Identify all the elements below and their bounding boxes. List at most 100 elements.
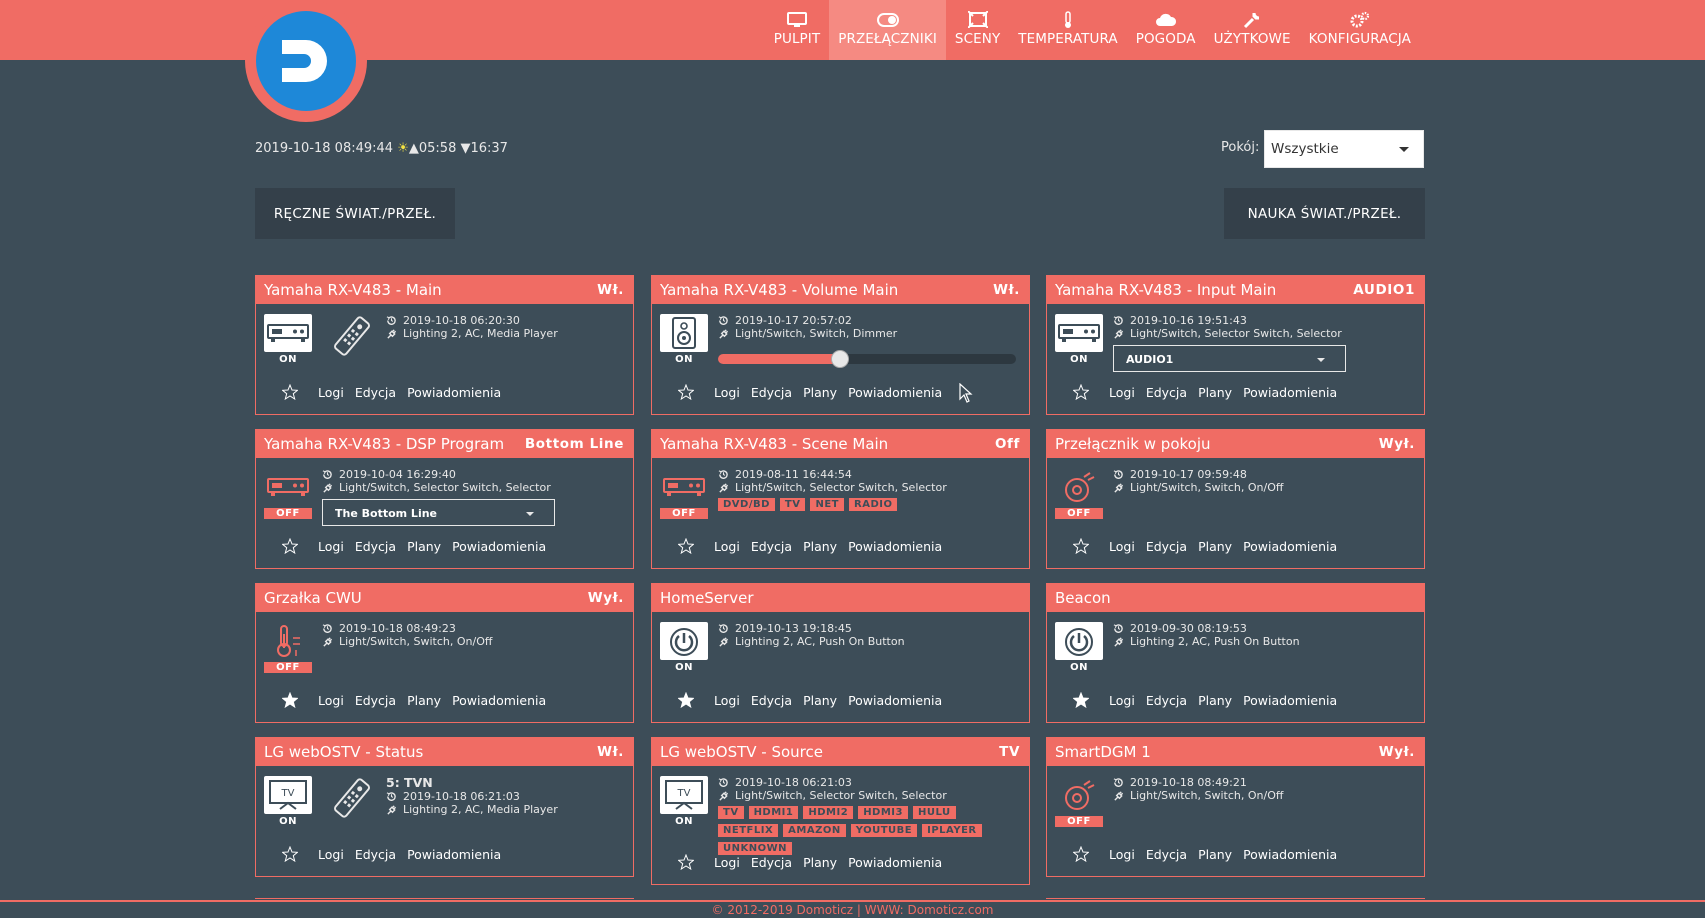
receiver-icon[interactable] bbox=[264, 468, 312, 506]
selector-option[interactable]: HDMI1 bbox=[748, 806, 799, 819]
logs-link[interactable]: Logi bbox=[1109, 847, 1135, 862]
star-outline-icon[interactable] bbox=[281, 845, 299, 863]
edit-link[interactable]: Edycja bbox=[1146, 385, 1187, 400]
star-outline-icon[interactable] bbox=[1072, 383, 1090, 401]
nav-przelaczniki[interactable]: PRZEŁĄCZNIKI bbox=[829, 0, 946, 60]
star-outline-icon[interactable] bbox=[281, 537, 299, 555]
nav-pulpit[interactable]: PULPIT bbox=[765, 0, 830, 60]
plans-link[interactable]: Plany bbox=[407, 693, 441, 708]
selector-option[interactable]: AMAZON bbox=[783, 824, 846, 837]
selector-dropdown[interactable]: AUDIO1 bbox=[1113, 345, 1346, 372]
plans-link[interactable]: Plany bbox=[803, 539, 837, 554]
heater-icon[interactable] bbox=[264, 622, 312, 660]
star-outline-icon[interactable] bbox=[1072, 537, 1090, 555]
nav-uzytkowe[interactable]: UŻYTKOWE bbox=[1205, 0, 1300, 60]
nav-sceny[interactable]: SCENY bbox=[946, 0, 1009, 60]
domoticz-logo[interactable] bbox=[256, 11, 356, 111]
plans-link[interactable]: Plany bbox=[1198, 693, 1232, 708]
power-button-icon[interactable] bbox=[1055, 622, 1103, 660]
receiver-icon[interactable] bbox=[660, 468, 708, 506]
tv-icon[interactable]: TV bbox=[264, 776, 312, 814]
tv-icon[interactable]: TV bbox=[660, 776, 708, 814]
selector-option[interactable]: DVD/BD bbox=[718, 498, 775, 511]
edit-link[interactable]: Edycja bbox=[355, 693, 396, 708]
plans-link[interactable]: Plany bbox=[1198, 539, 1232, 554]
plans-link[interactable]: Plany bbox=[1198, 385, 1232, 400]
notifications-link[interactable]: Powiadomienia bbox=[848, 385, 942, 400]
notifications-link[interactable]: Powiadomienia bbox=[1243, 693, 1337, 708]
logs-link[interactable]: Logi bbox=[318, 385, 344, 400]
notifications-link[interactable]: Powiadomienia bbox=[848, 855, 942, 870]
star-outline-icon[interactable] bbox=[1072, 845, 1090, 863]
notifications-link[interactable]: Powiadomienia bbox=[1243, 539, 1337, 554]
logs-link[interactable]: Logi bbox=[1109, 539, 1135, 554]
selector-option[interactable]: HDMI3 bbox=[858, 806, 908, 819]
notifications-link[interactable]: Powiadomienia bbox=[1243, 385, 1337, 400]
selector-option[interactable]: NETFLIX bbox=[718, 824, 779, 837]
star-filled-icon[interactable] bbox=[677, 691, 695, 709]
plans-link[interactable]: Plany bbox=[407, 539, 441, 554]
edit-link[interactable]: Edycja bbox=[355, 385, 396, 400]
plans-link[interactable]: Plany bbox=[1198, 847, 1232, 862]
selector-option[interactable]: NET bbox=[810, 498, 845, 511]
nav-konfiguracja[interactable]: KONFIGURACJA bbox=[1300, 0, 1420, 60]
edit-link[interactable]: Edycja bbox=[1146, 539, 1187, 554]
selector-dropdown[interactable]: The Bottom Line bbox=[322, 499, 555, 526]
receiver-icon[interactable] bbox=[264, 314, 312, 352]
notifications-link[interactable]: Powiadomienia bbox=[452, 693, 546, 708]
remote-control-icon[interactable] bbox=[332, 776, 372, 820]
dimmer-slider[interactable] bbox=[718, 350, 1016, 368]
edit-link[interactable]: Edycja bbox=[355, 847, 396, 862]
edit-link[interactable]: Edycja bbox=[751, 385, 792, 400]
nav-pogoda[interactable]: POGODA bbox=[1127, 0, 1205, 60]
star-outline-icon[interactable] bbox=[677, 383, 695, 401]
edit-link[interactable]: Edycja bbox=[751, 693, 792, 708]
star-filled-icon[interactable] bbox=[1072, 691, 1090, 709]
star-outline-icon[interactable] bbox=[677, 537, 695, 555]
power-button-icon[interactable] bbox=[660, 622, 708, 660]
plans-link[interactable]: Plany bbox=[803, 693, 837, 708]
logs-link[interactable]: Logi bbox=[318, 539, 344, 554]
edit-link[interactable]: Edycja bbox=[1146, 693, 1187, 708]
selector-option[interactable]: YOUTUBE bbox=[850, 824, 918, 837]
selector-option[interactable]: HDMI2 bbox=[803, 806, 854, 819]
speaker-icon[interactable] bbox=[660, 314, 708, 352]
slider-handle[interactable] bbox=[831, 350, 850, 368]
room-select[interactable]: Wszystkie bbox=[1264, 130, 1424, 168]
notifications-link[interactable]: Powiadomienia bbox=[407, 385, 501, 400]
edit-link[interactable]: Edycja bbox=[1146, 847, 1187, 862]
logs-link[interactable]: Logi bbox=[1109, 693, 1135, 708]
edit-link[interactable]: Edycja bbox=[751, 539, 792, 554]
logs-link[interactable]: Logi bbox=[714, 855, 740, 870]
logs-link[interactable]: Logi bbox=[318, 847, 344, 862]
notifications-link[interactable]: Powiadomienia bbox=[848, 693, 942, 708]
socket-icon[interactable] bbox=[1055, 776, 1103, 814]
edit-link[interactable]: Edycja bbox=[355, 539, 396, 554]
notifications-link[interactable]: Powiadomienia bbox=[452, 539, 546, 554]
logs-link[interactable]: Logi bbox=[714, 385, 740, 400]
notifications-link[interactable]: Powiadomienia bbox=[1243, 847, 1337, 862]
logs-link[interactable]: Logi bbox=[714, 693, 740, 708]
selector-option[interactable]: IPLAYER bbox=[922, 824, 982, 837]
logs-link[interactable]: Logi bbox=[714, 539, 740, 554]
socket-icon[interactable] bbox=[1055, 468, 1103, 506]
logs-link[interactable]: Logi bbox=[1109, 385, 1135, 400]
selector-option[interactable]: TV bbox=[779, 498, 806, 511]
selector-option[interactable]: RADIO bbox=[849, 498, 898, 511]
logs-link[interactable]: Logi bbox=[318, 693, 344, 708]
selector-option[interactable]: TV bbox=[718, 806, 744, 819]
star-outline-icon[interactable] bbox=[677, 853, 695, 871]
star-filled-icon[interactable] bbox=[281, 691, 299, 709]
remote-control-icon[interactable] bbox=[332, 314, 372, 358]
star-outline-icon[interactable] bbox=[281, 383, 299, 401]
plans-link[interactable]: Plany bbox=[803, 855, 837, 870]
nav-temperatura[interactable]: TEMPERATURA bbox=[1009, 0, 1126, 60]
receiver-icon[interactable] bbox=[1055, 314, 1103, 352]
learn-lights-button[interactable]: NAUKA ŚWIAT./PRZEŁ. bbox=[1224, 188, 1425, 239]
selector-option[interactable]: HULU bbox=[913, 806, 956, 819]
notifications-link[interactable]: Powiadomienia bbox=[407, 847, 501, 862]
notifications-link[interactable]: Powiadomienia bbox=[848, 539, 942, 554]
manual-lights-button[interactable]: RĘCZNE ŚWIAT./PRZEŁ. bbox=[255, 188, 455, 239]
edit-link[interactable]: Edycja bbox=[751, 855, 792, 870]
plans-link[interactable]: Plany bbox=[803, 385, 837, 400]
